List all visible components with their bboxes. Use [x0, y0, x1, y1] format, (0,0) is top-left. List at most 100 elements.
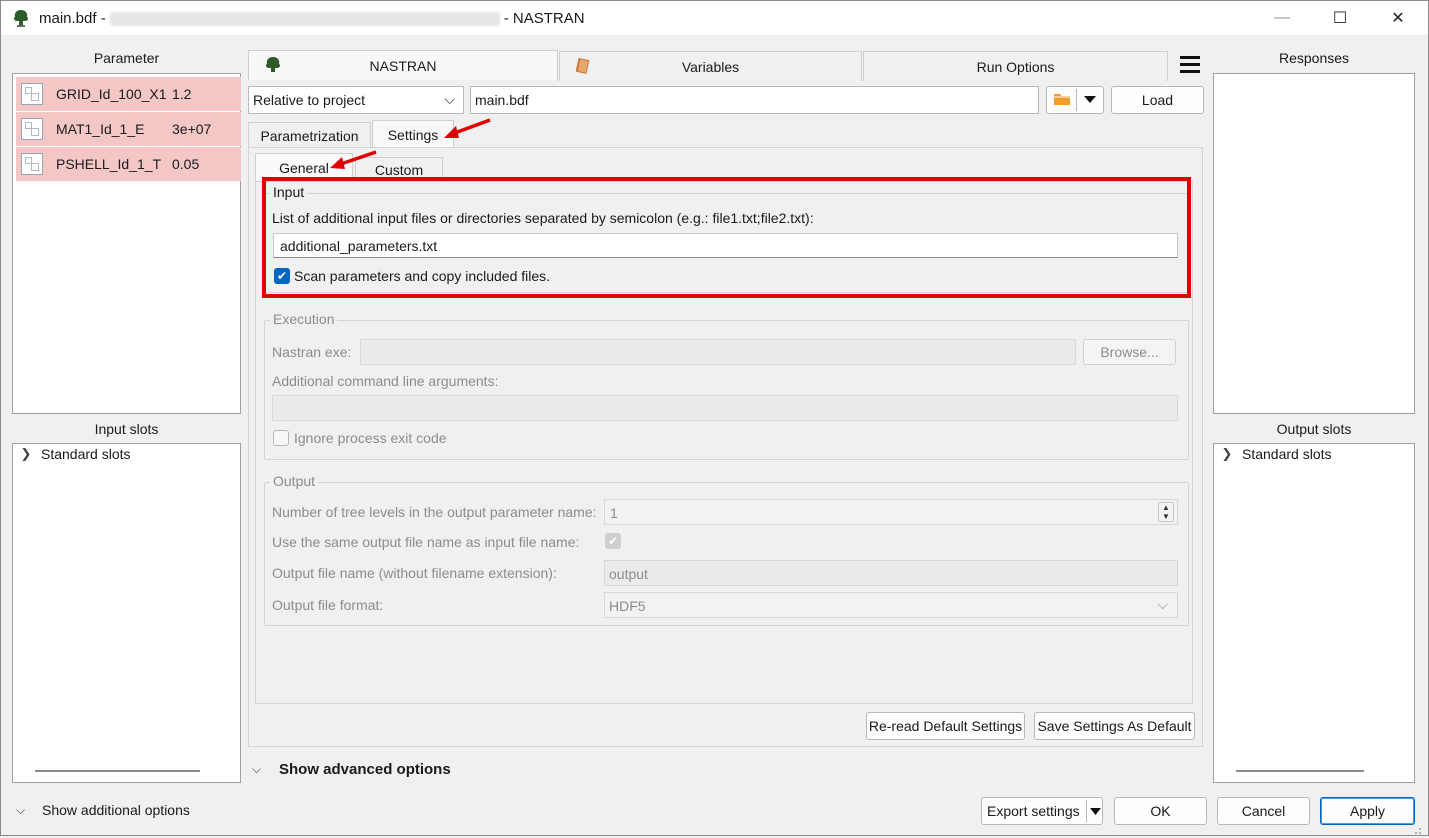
output-slots-title: Output slots — [1276, 421, 1352, 437]
horizontal-scrollbar[interactable] — [35, 770, 200, 772]
export-settings-button[interactable]: Export settings — [981, 797, 1103, 825]
additional-input-field[interactable]: additional_parameters.txt — [273, 233, 1178, 258]
tab-custom[interactable]: Custom — [355, 157, 443, 181]
dropdown-arrow-icon[interactable] — [1083, 92, 1097, 109]
tree-item-standard-slots[interactable]: ❯ Standard slots — [15, 446, 131, 462]
tab-label: Settings — [387, 126, 439, 143]
tab-variables[interactable]: Variables — [559, 51, 862, 81]
split-divider — [1076, 89, 1077, 111]
spin-arrows-icon[interactable]: ▲ ▼ — [1158, 502, 1174, 522]
window-title-file: main.bdf - — [39, 10, 106, 27]
parameter-value: 1.2 — [172, 86, 192, 102]
redacted-path — [109, 12, 500, 27]
close-button[interactable]: ✕ — [1369, 1, 1427, 35]
bdf-file-field[interactable]: main.bdf — [470, 86, 1039, 114]
parameter-icon — [21, 153, 43, 175]
resize-grip-icon[interactable] — [1412, 822, 1422, 834]
load-button[interactable]: Load — [1111, 86, 1204, 114]
responses-panel-title: Responses — [1278, 50, 1350, 66]
window-title: main.bdf - - NASTRAN — [39, 10, 585, 27]
show-advanced-toggle[interactable]: ⌵ Show advanced options — [252, 761, 451, 778]
execution-group-title: Execution — [270, 311, 338, 327]
tree-item-label: Standard slots — [41, 446, 131, 462]
chevron-right-icon[interactable]: ❯ — [15, 446, 37, 462]
save-defaults-button[interactable]: Save Settings As Default — [1034, 712, 1195, 740]
nastran-exe-field[interactable] — [360, 339, 1076, 365]
bdf-file-value: main.bdf — [475, 92, 529, 108]
additional-input-label: List of additional input files or direct… — [272, 210, 814, 226]
input-slots-tree[interactable]: ❯ Standard slots — [12, 443, 241, 783]
output-group-title: Output — [270, 473, 319, 489]
maximize-button[interactable]: ☐ — [1311, 1, 1369, 35]
apply-button[interactable]: Apply — [1320, 797, 1415, 825]
parameter-name: MAT1_Id_1_E — [56, 121, 145, 137]
input-slots-title: Input slots — [94, 421, 159, 437]
tab-label: Parametrization — [260, 127, 359, 144]
output-slots-tree[interactable]: ❯ Standard slots — [1213, 443, 1415, 783]
ignore-exit-code-checkbox[interactable] — [273, 430, 289, 446]
tab-label: General — [279, 159, 329, 176]
input-group-title: Input — [270, 184, 308, 200]
parameter-row[interactable]: MAT1_Id_1_E 3e+07 — [16, 112, 241, 146]
cancel-button[interactable]: Cancel — [1217, 797, 1310, 825]
tab-label: Variables — [681, 58, 740, 75]
horizontal-scrollbar[interactable] — [1236, 770, 1364, 772]
variables-book-icon — [574, 57, 592, 78]
chevron-down-icon: ⌵ — [16, 802, 26, 817]
parameter-row[interactable]: PSHELL_Id_1_T 0.05 — [16, 147, 241, 181]
split-divider — [1086, 800, 1087, 822]
tab-general[interactable]: General — [255, 153, 353, 181]
ok-button[interactable]: OK — [1114, 797, 1207, 825]
scan-parameters-label: Scan parameters and copy included files. — [294, 268, 551, 284]
same-name-label: Use the same output file name as input f… — [272, 534, 580, 550]
minimize-button[interactable]: — — [1253, 1, 1311, 35]
chevron-down-icon: ⌵ — [1157, 596, 1168, 612]
output-name-label: Output file name (without filename exten… — [272, 565, 557, 581]
tab-parametrization[interactable]: Parametrization — [248, 122, 371, 148]
parameter-icon — [21, 118, 43, 140]
parameter-name: GRID_Id_100_X1 — [56, 86, 167, 102]
same-name-checkbox[interactable]: ✔ — [605, 533, 621, 549]
parameter-list[interactable]: GRID_Id_100_X1 1.2 MAT1_Id_1_E 3e+07 PSH… — [12, 73, 241, 414]
tab-label: Run Options — [976, 58, 1055, 75]
output-format-value: HDF5 — [609, 598, 646, 614]
tree-levels-spinbox[interactable]: 1 ▲ ▼ — [604, 499, 1178, 525]
title-bar: main.bdf - - NASTRAN — ☐ ✕ — [1, 1, 1428, 35]
show-additional-toggle[interactable]: ⌵ Show additional options — [16, 802, 190, 818]
tree-item-standard-slots[interactable]: ❯ Standard slots — [1216, 446, 1332, 462]
window-title-app: - NASTRAN — [503, 10, 585, 27]
show-additional-label: Show additional options — [42, 802, 190, 818]
parameter-value: 0.05 — [172, 156, 200, 172]
scan-parameters-checkbox[interactable]: ✔ — [274, 268, 290, 284]
nastran-exe-label: Nastran exe: — [272, 344, 352, 360]
parameter-value: 3e+07 — [172, 121, 212, 137]
reread-defaults-button[interactable]: Re-read Default Settings — [866, 712, 1025, 740]
tab-settings[interactable]: Settings — [372, 120, 454, 148]
tab-run-options[interactable]: Run Options — [863, 51, 1168, 81]
nastran-logo-icon — [263, 56, 283, 77]
output-name-value: output — [609, 566, 648, 582]
path-mode-select[interactable]: Relative to project ⌵ — [248, 86, 464, 114]
browse-button[interactable]: Browse... — [1083, 339, 1176, 365]
command-args-field[interactable] — [272, 395, 1178, 421]
chevron-down-icon: ⌵ — [252, 762, 262, 776]
parameter-row[interactable]: GRID_Id_100_X1 1.2 — [16, 77, 241, 111]
tree-levels-label: Number of tree levels in the output para… — [272, 504, 597, 520]
ignore-exit-code-label: Ignore process exit code — [294, 430, 447, 446]
dropdown-arrow-icon[interactable] — [1090, 804, 1101, 820]
chevron-down-icon: ⌵ — [444, 91, 455, 107]
parameter-name: PSHELL_Id_1_T — [56, 156, 162, 172]
tab-label: Custom — [374, 161, 424, 178]
parameter-icon — [21, 83, 43, 105]
tab-nastran[interactable]: NASTRAN — [248, 50, 558, 80]
responses-list[interactable] — [1213, 73, 1415, 414]
app-logo-icon — [11, 8, 31, 28]
hamburger-menu-icon[interactable] — [1180, 56, 1200, 74]
export-settings-label: Export settings — [987, 803, 1080, 819]
open-file-button[interactable] — [1046, 86, 1104, 114]
output-name-field[interactable]: output — [604, 560, 1178, 586]
output-format-select[interactable]: HDF5 ⌵ — [604, 592, 1178, 618]
parameter-panel-title: Parameter — [93, 50, 160, 66]
folder-icon — [1053, 91, 1071, 109]
chevron-right-icon[interactable]: ❯ — [1216, 446, 1238, 462]
